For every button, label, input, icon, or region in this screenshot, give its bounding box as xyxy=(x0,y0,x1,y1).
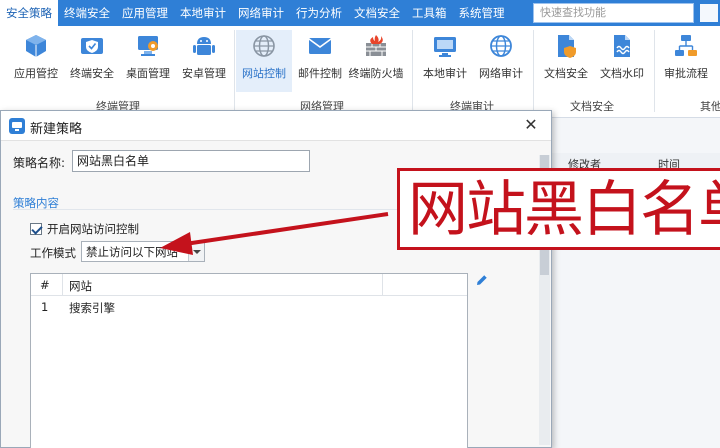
ribbon-group-label-other: 其他 xyxy=(700,100,720,113)
ribbon-button-label: 网站控制 xyxy=(242,67,286,80)
monitor-audit-icon xyxy=(434,37,456,57)
ribbon-button-label: 邮件控制 xyxy=(298,67,342,80)
menu-security-policy[interactable]: 安全策略 xyxy=(0,0,58,26)
ribbon-button-label: 桌面管理 xyxy=(126,67,170,80)
menu-app-management[interactable]: 应用管理 xyxy=(116,0,174,26)
grid-column-separator xyxy=(62,274,63,296)
android-icon xyxy=(193,37,215,55)
annotation-text: 网站黑白名单 xyxy=(408,175,720,245)
ribbon-document-security-button[interactable]: 文档安全 xyxy=(538,30,594,92)
ribbon-button-label: 文档安全 xyxy=(544,67,588,80)
grid-cell-website: 搜索引擎 xyxy=(69,301,115,315)
work-mode-selected-value: 禁止访问以下网站 xyxy=(86,245,178,259)
grid-column-separator xyxy=(382,274,383,296)
ribbon-document-watermark-button[interactable]: 文档水印 xyxy=(594,30,650,92)
enable-website-control-label[interactable]: 开启网站访问控制 xyxy=(47,221,139,237)
chevron-down-icon[interactable] xyxy=(188,242,204,261)
enable-website-control-checkbox[interactable] xyxy=(30,223,42,235)
ribbon-button-label: 终端防火墙 xyxy=(348,67,404,80)
ribbon-button-label: 审批流程 xyxy=(664,67,708,80)
work-mode-select[interactable]: 禁止访问以下网站 xyxy=(81,241,205,262)
ribbon-toolbar: 应用管控 终端安全 桌面管理 安卓管理 网站控制 邮件控制 终端防火墙 本地审计… xyxy=(0,26,720,118)
dialog-close-button[interactable]: ✕ xyxy=(521,115,541,135)
grid-column-website[interactable]: 网站 xyxy=(69,278,92,294)
ribbon-button-label: 终端安全 xyxy=(70,67,114,80)
ribbon-group-label-document-security: 文档安全 xyxy=(570,100,614,113)
menu-endpoint-security[interactable]: 终端安全 xyxy=(58,0,116,26)
document-shield-icon xyxy=(558,35,576,58)
ribbon-group-separator xyxy=(412,30,413,112)
grid-header: # 网站 xyxy=(31,274,467,296)
dialog-title: 新建策略 xyxy=(30,122,83,137)
ribbon-mail-control-button[interactable]: 邮件控制 xyxy=(292,30,348,92)
policy-name-input[interactable]: 网站黑白名单 xyxy=(72,150,310,172)
workflow-icon xyxy=(675,35,697,56)
ribbon-endpoint-firewall-button[interactable]: 终端防火墙 xyxy=(348,30,404,92)
ribbon-approval-workflow-button[interactable]: 审批流程 xyxy=(658,30,714,92)
ribbon-button-label: 网络审计 xyxy=(479,67,523,80)
desktop-gear-icon xyxy=(138,36,158,56)
menu-system-management[interactable]: 系统管理 xyxy=(453,0,511,26)
ribbon-desktop-management-button[interactable]: 桌面管理 xyxy=(120,30,176,92)
menu-document-security[interactable]: 文档安全 xyxy=(348,0,406,26)
website-list-grid: # 网站 1 搜索引擎 xyxy=(30,273,468,448)
globe-audit-icon xyxy=(490,35,512,57)
table-row[interactable]: 1 搜索引擎 xyxy=(31,296,467,318)
quick-search-input[interactable]: 快速查找功能 xyxy=(533,3,694,23)
ribbon-button-label: 文档水印 xyxy=(600,67,644,80)
grid-cell-index: 1 xyxy=(41,300,49,314)
edit-pencil-icon[interactable] xyxy=(475,273,489,287)
menu-toolbox[interactable]: 工具箱 xyxy=(406,0,453,26)
ribbon-button-label: 安卓管理 xyxy=(182,67,226,80)
ribbon-group-separator xyxy=(654,30,655,112)
ribbon-button-label: 应用管控 xyxy=(14,67,58,80)
cube-shield-icon xyxy=(26,35,46,57)
menu-network-audit[interactable]: 网络审计 xyxy=(232,0,290,26)
policy-name-label: 策略名称: xyxy=(13,156,66,170)
menu-local-audit[interactable]: 本地审计 xyxy=(174,0,232,26)
work-mode-label: 工作模式 xyxy=(30,246,76,260)
firewall-icon xyxy=(366,35,386,56)
menu-behavior-analysis[interactable]: 行为分析 xyxy=(290,0,348,26)
ribbon-android-management-button[interactable]: 安卓管理 xyxy=(176,30,232,92)
ribbon-group-separator xyxy=(533,30,534,112)
document-watermark-icon xyxy=(614,35,630,57)
ribbon-network-audit-button[interactable]: 网络审计 xyxy=(473,30,529,92)
shield-check-icon xyxy=(81,38,103,54)
ribbon-app-control-button[interactable]: 应用管控 xyxy=(8,30,64,92)
annotation-callout: 网站黑白名单 xyxy=(397,168,720,250)
ribbon-group-separator xyxy=(234,30,235,112)
mail-icon xyxy=(308,38,332,54)
ribbon-local-audit-button[interactable]: 本地审计 xyxy=(417,30,473,92)
ribbon-endpoint-security-button[interactable]: 终端安全 xyxy=(64,30,120,92)
dialog-titlebar[interactable]: 新建策略 ✕ xyxy=(1,111,551,141)
grid-column-index[interactable]: # xyxy=(40,278,50,292)
app-window: 安全策略 终端安全 应用管理 本地审计 网络审计 行为分析 文档安全 工具箱 系… xyxy=(0,0,720,448)
ribbon-website-control-button[interactable]: 网站控制 xyxy=(236,30,292,92)
app-logo-icon xyxy=(9,118,25,134)
ribbon-button-label: 本地审计 xyxy=(423,67,467,80)
window-control-button[interactable] xyxy=(700,4,718,22)
new-policy-dialog: 新建策略 ✕ 策略名称: 网站黑白名单 策略内容 开启网站访问控制 工作模式 禁… xyxy=(0,110,552,448)
globe-icon xyxy=(253,35,275,57)
